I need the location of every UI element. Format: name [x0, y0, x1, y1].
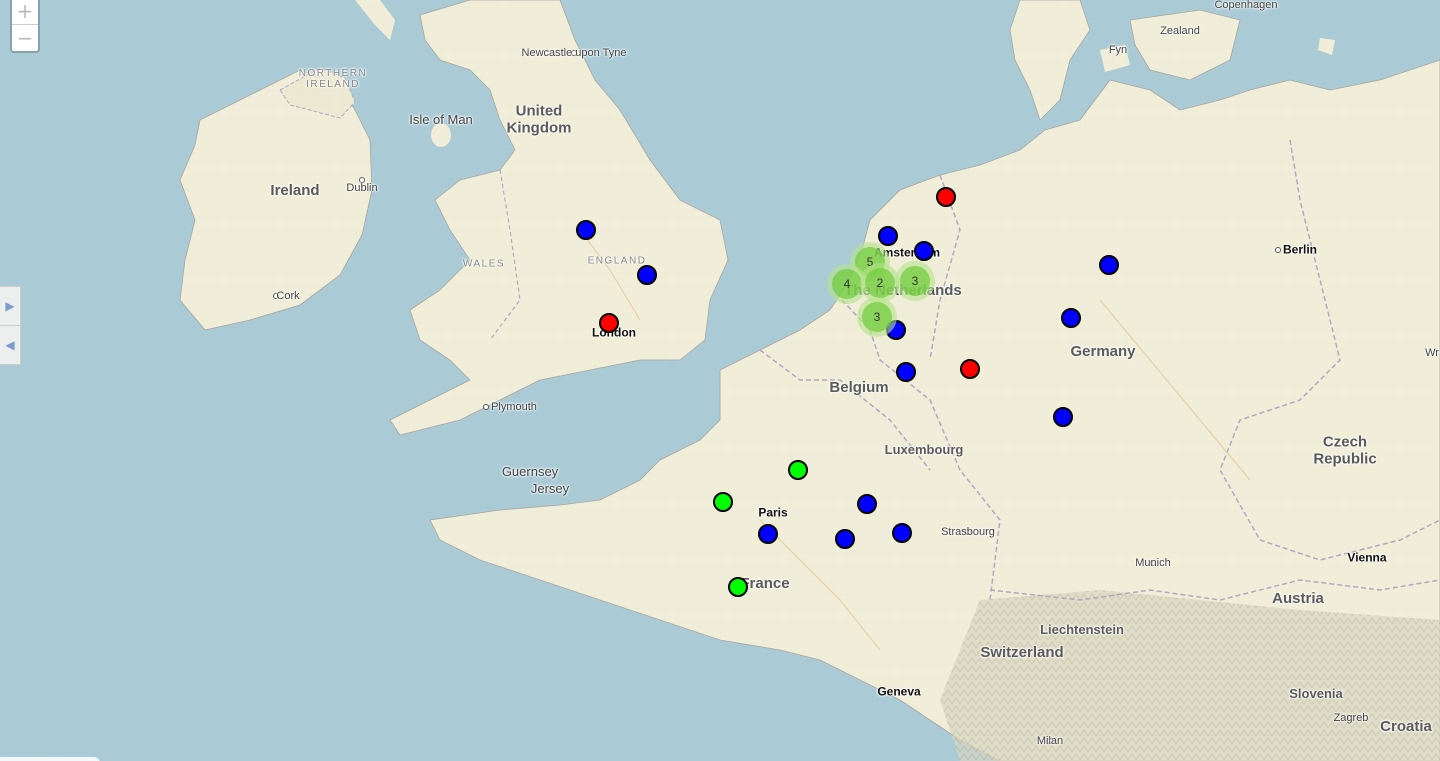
map-label-city: Wr — [1425, 346, 1439, 359]
map-marker[interactable] — [892, 523, 912, 543]
map-marker[interactable] — [914, 241, 934, 261]
map-marker[interactable] — [728, 577, 748, 597]
map-label-city: Fyn — [1108, 43, 1128, 56]
zoom-in-button[interactable]: + — [12, 0, 38, 24]
map-label-country: Belgium — [829, 378, 889, 396]
map-label-city: Zagreb — [1333, 711, 1369, 724]
map-label-country: Switzerland — [980, 643, 1064, 661]
map-label-capital: Berlin — [1282, 242, 1318, 257]
marker-cluster[interactable]: 3 — [895, 261, 935, 301]
map-marker[interactable] — [936, 187, 956, 207]
map-label-capital: Vienna — [1347, 550, 1387, 565]
map-label-city: Plymouth — [491, 400, 537, 413]
cluster-count: 4 — [832, 269, 862, 299]
map-marker[interactable] — [758, 524, 778, 544]
map-label-city: Munich — [1135, 556, 1171, 569]
map-viewport[interactable]: Copenhagen Zealand Fyn Newcastle upon Tyne N… — [0, 0, 1440, 761]
marker-cluster[interactable]: 3 — [857, 297, 897, 337]
cluster-count: 2 — [865, 268, 895, 298]
map-label-country: Slovenia — [1289, 685, 1343, 701]
map-label-city: Zealand — [1160, 24, 1200, 37]
map-label-city: Strasbourg — [941, 525, 995, 538]
map-marker[interactable] — [576, 220, 596, 240]
map-label-region: NORTHERN IRELAND — [298, 68, 368, 90]
expand-panel-button[interactable]: ▶ — [0, 286, 21, 326]
map-marker[interactable] — [1099, 255, 1119, 275]
map-marker[interactable] — [857, 494, 877, 514]
map-label-city: Isle of Man — [409, 111, 473, 127]
map-label-country: Czech Republic — [1313, 433, 1377, 467]
map-label-country: Austria — [1272, 589, 1324, 607]
map-marker[interactable] — [896, 362, 916, 382]
map-marker[interactable] — [713, 492, 733, 512]
cluster-count: 3 — [862, 302, 892, 332]
map-marker[interactable] — [878, 226, 898, 246]
map-label-city: Guernsey — [501, 463, 559, 479]
map-label-country: Luxembourg — [884, 441, 964, 457]
map-label-capital: Geneva — [877, 684, 921, 699]
map-label-country: Germany — [1070, 342, 1136, 360]
map-label-country: Liechtenstein — [1040, 621, 1124, 637]
map-label-city: Dublin — [346, 181, 378, 194]
collapse-panel-button[interactable]: ◀ — [0, 325, 21, 365]
map-label-city: Copenhagen — [1214, 0, 1278, 11]
city-dot — [483, 404, 489, 410]
map-label-city: Milan — [1036, 734, 1064, 747]
map-tiles — [0, 0, 1440, 761]
map-label-city: Cork — [276, 289, 300, 302]
map-label-country: United Kingdom — [506, 102, 572, 136]
map-label-country: Croatia — [1380, 717, 1432, 735]
zoom-control: + − — [10, 0, 40, 53]
map-label-city: Newcastle upon Tyne — [521, 46, 627, 59]
map-label-city: Jersey — [530, 480, 570, 496]
map-label-region: ENGLAND — [587, 255, 647, 267]
map-label-capital: Paris — [758, 505, 788, 520]
map-label-region: WALES — [462, 258, 506, 270]
map-marker[interactable] — [960, 359, 980, 379]
map-marker[interactable] — [637, 265, 657, 285]
map-marker[interactable] — [1061, 308, 1081, 328]
cluster-count: 3 — [900, 266, 930, 296]
attribution-bar — [0, 757, 100, 761]
map-label-country: Ireland — [270, 181, 320, 199]
expand-icon: ▶ — [5, 299, 15, 313]
map-marker[interactable] — [788, 460, 808, 480]
map-marker[interactable] — [835, 529, 855, 549]
zoom-out-button[interactable]: − — [12, 24, 38, 51]
map-marker[interactable] — [599, 313, 619, 333]
map-marker[interactable] — [1053, 407, 1073, 427]
city-dot — [1275, 247, 1281, 253]
collapse-icon: ◀ — [5, 338, 15, 352]
